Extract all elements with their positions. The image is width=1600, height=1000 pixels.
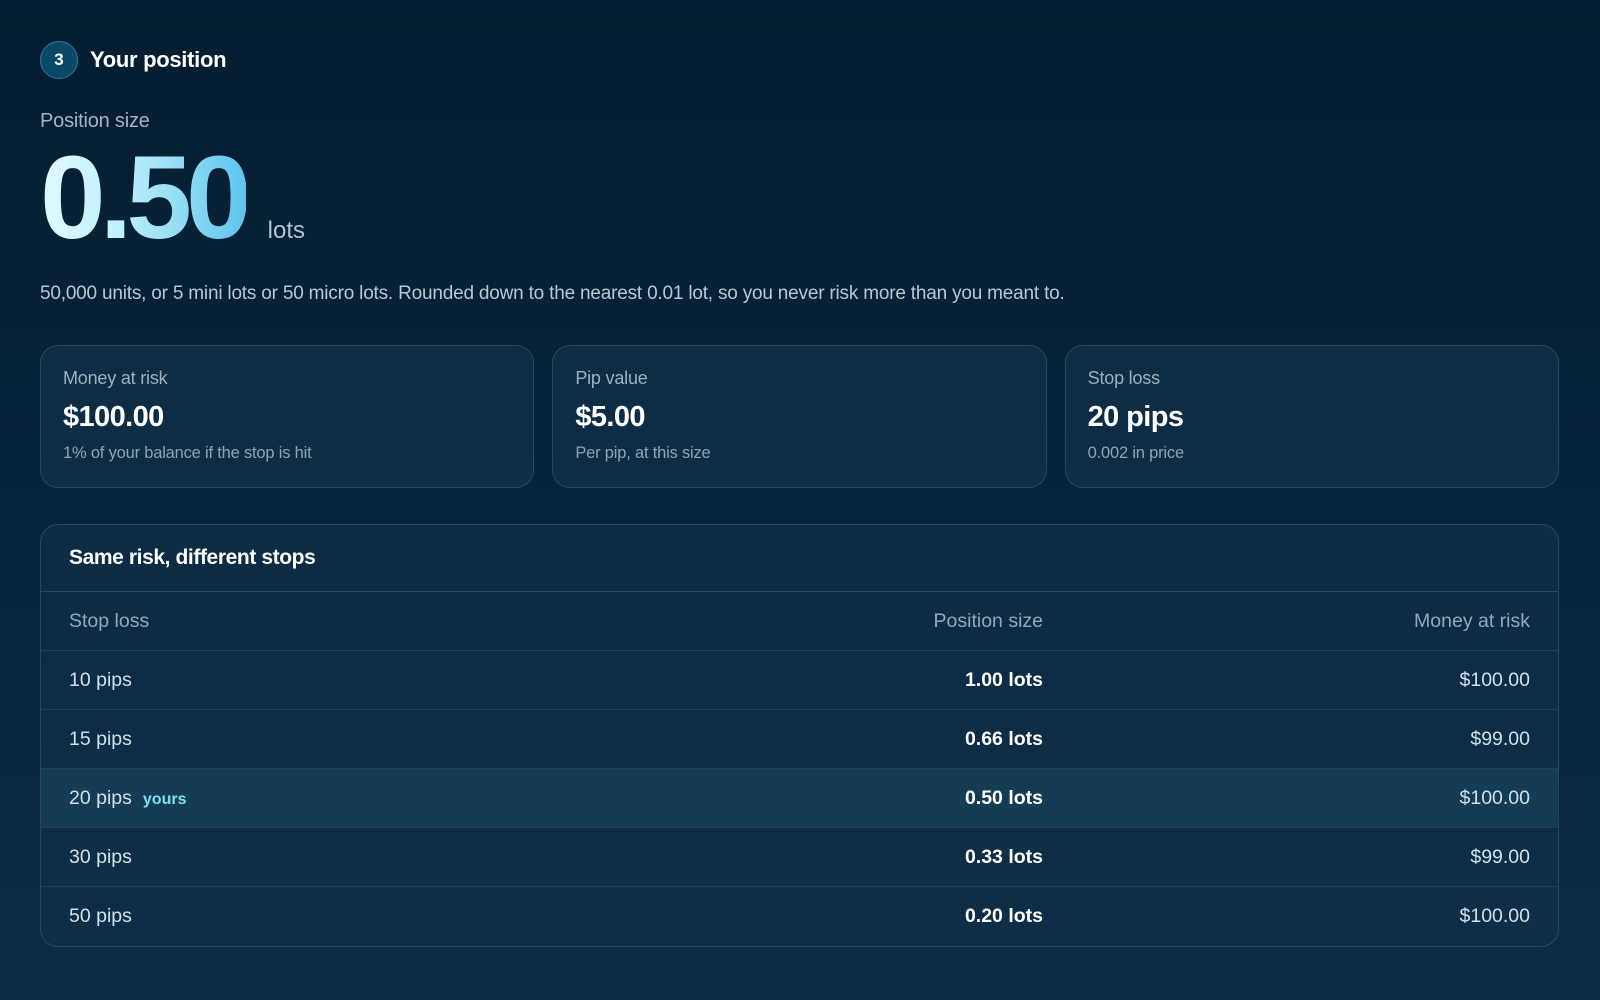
step-header: 3 Your position: [40, 40, 1559, 80]
table-row: 15 pips 0.66 lots $99.00: [41, 710, 1558, 769]
row-money-at-risk: $100.00: [1459, 786, 1531, 809]
table-row: 50 pips 0.20 lots $100.00: [41, 887, 1558, 946]
card-subtext: 0.002 in price: [1087, 444, 1184, 462]
position-size-label: Position size: [40, 110, 150, 132]
summary-cards: Money at risk $100.00 1% of your balance…: [40, 345, 1559, 488]
yours-tag: yours: [142, 790, 187, 808]
money-at-risk-card: Money at risk $100.00 1% of your balance…: [40, 345, 535, 488]
position-size-value: 0.50: [40, 132, 252, 264]
card-label: Money at risk: [63, 368, 168, 388]
row-stop-loss: 20 pips yours: [69, 787, 556, 810]
row-position-size: 0.20 lots: [964, 905, 1043, 927]
table-row: 30 pips 0.33 lots $99.00: [41, 828, 1558, 887]
row-position-size: 0.50 lots: [964, 786, 1043, 809]
card-label: Pip value: [575, 368, 648, 388]
same-risk-table: Same risk, different stops Stop loss Pos…: [40, 524, 1559, 947]
position-size-display: 0.50 lots: [40, 139, 1559, 257]
table-row-current: 20 pips yours 0.50 lots $100.00: [41, 769, 1558, 828]
table-row: 10 pips 1.00 lots $100.00: [41, 651, 1558, 710]
row-stop-loss: 30 pips: [69, 845, 132, 868]
column-header-stop-loss: Stop loss: [69, 609, 150, 632]
card-value: 20 pips: [1087, 401, 1184, 433]
row-stop-loss: 10 pips: [69, 668, 132, 691]
row-money-at-risk: $99.00: [1470, 845, 1530, 868]
position-size-unit: lots: [267, 217, 306, 244]
row-money-at-risk: $99.00: [1470, 727, 1530, 750]
row-stop-loss-text: 20 pips: [69, 786, 132, 809]
row-position-size: 1.00 lots: [964, 668, 1043, 691]
column-header-position-size: Position size: [933, 609, 1043, 632]
row-position-size: 0.33 lots: [964, 845, 1043, 868]
step-number-badge: 3: [40, 41, 78, 79]
step-title: Your position: [90, 47, 227, 72]
card-subtext: 1% of your balance if the stop is hit: [63, 444, 312, 462]
card-value: $5.00: [575, 401, 645, 433]
row-stop-loss: 15 pips: [69, 727, 132, 750]
row-money-at-risk: $100.00: [1459, 668, 1531, 691]
position-panel: 3 Your position Position size 0.50 lots …: [40, 40, 1559, 947]
pip-value-card: Pip value $5.00 Per pip, at this size: [552, 345, 1047, 488]
row-position-size: 0.66 lots: [964, 727, 1043, 750]
card-label: Stop loss: [1087, 368, 1160, 388]
column-header-money-at-risk: Money at risk: [1414, 609, 1530, 632]
position-explanation: 50,000 units, or 5 mini lots or 50 micro…: [40, 283, 1065, 304]
card-value: $100.00: [63, 401, 164, 433]
row-money-at-risk: $100.00: [1459, 905, 1531, 927]
card-subtext: Per pip, at this size: [575, 444, 711, 462]
stop-loss-card: Stop loss 20 pips 0.002 in price: [1064, 345, 1559, 488]
table-header-row: Stop loss Position size Money at risk: [41, 592, 1558, 651]
table-title: Same risk, different stops: [41, 525, 1558, 592]
row-stop-loss: 50 pips: [69, 905, 132, 927]
